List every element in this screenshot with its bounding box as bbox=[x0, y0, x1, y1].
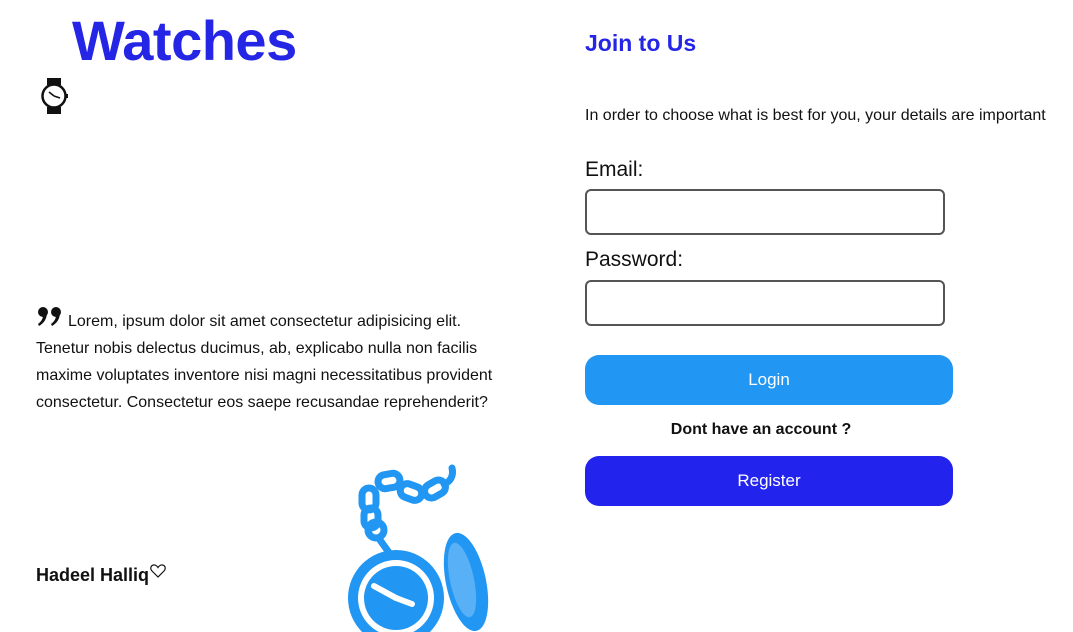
email-label: Email: bbox=[585, 158, 644, 181]
password-field[interactable] bbox=[585, 280, 945, 326]
signup-panel: Join to Us In order to choose what is be… bbox=[585, 0, 1065, 632]
testimonial-text: Lorem, ipsum dolor sit amet consectetur … bbox=[36, 313, 493, 411]
author-name: Hadeel Halliq bbox=[36, 565, 150, 585]
email-field[interactable] bbox=[585, 189, 945, 235]
no-account-text: Dont have an account ? bbox=[670, 421, 852, 438]
brand-title: Watches bbox=[72, 9, 297, 72]
testimonial-quote: Lorem, ipsum dolor sit amet consectetur … bbox=[36, 306, 506, 416]
heart-icon bbox=[150, 563, 166, 578]
wristwatch-icon bbox=[41, 78, 68, 114]
password-label: Password: bbox=[585, 248, 684, 271]
register-button[interactable]: Register bbox=[585, 456, 953, 506]
pocket-watch-icon bbox=[348, 464, 489, 632]
quote-icon bbox=[38, 307, 61, 326]
testimonial-author: Hadeel Halliq bbox=[36, 563, 166, 586]
join-title: Join to Us bbox=[585, 30, 697, 56]
page: Watches Lorem, ipsum dolor sit amet cons… bbox=[0, 0, 1073, 632]
left-panel: Watches Lorem, ipsum dolor sit amet cons… bbox=[0, 0, 560, 632]
login-button[interactable]: Login bbox=[585, 355, 953, 405]
intro-text: In order to choose what is best for you,… bbox=[585, 107, 1046, 124]
